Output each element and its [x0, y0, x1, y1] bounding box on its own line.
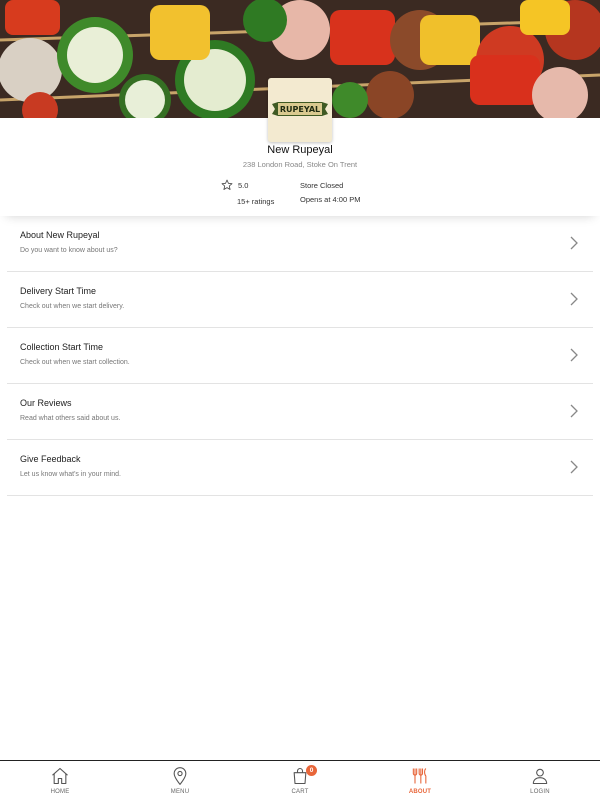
logo-text: RUPEYAL	[280, 105, 320, 114]
about-options-list: About New Rupeyal Do you want to know ab…	[7, 216, 593, 496]
nav-login-label: LOGIN	[530, 789, 550, 795]
list-item-reviews[interactable]: Our Reviews Read what others said about …	[7, 384, 593, 440]
chevron-right-icon	[570, 236, 578, 250]
nav-home-label: HOME	[50, 789, 70, 795]
chevron-right-icon	[570, 348, 578, 362]
nav-login[interactable]: LOGIN	[480, 761, 600, 801]
list-item-title: About New Rupeyal	[20, 230, 100, 240]
list-item-title: Collection Start Time	[20, 342, 104, 352]
list-item-about[interactable]: About New Rupeyal Do you want to know ab…	[7, 216, 593, 272]
list-item-title: Our Reviews	[20, 398, 72, 408]
list-item-subtitle: Read what others said about us.	[20, 415, 121, 422]
map-pin-icon	[173, 767, 187, 786]
star-icon	[221, 179, 233, 190]
chevron-right-icon	[570, 292, 578, 306]
store-status: Store Closed	[300, 181, 344, 190]
nav-cart[interactable]: 0 CART	[240, 761, 360, 801]
list-item-subtitle: Check out when we start collection.	[20, 359, 130, 366]
cart-count-badge: 0	[306, 765, 317, 776]
list-item-title: Give Feedback	[20, 454, 81, 464]
nav-about[interactable]: ABOUT	[360, 761, 480, 801]
ratings-count: 15+ ratings	[237, 197, 275, 206]
list-item-title: Delivery Start Time	[20, 286, 97, 296]
user-icon	[532, 768, 548, 785]
store-address: 238 London Road, Stoke On Trent	[242, 160, 358, 169]
bottom-navigation: HOME MENU 0 CART ABOUT LOGIN	[0, 760, 600, 801]
list-item-subtitle: Let us know what's in your mind.	[20, 471, 121, 478]
chevron-right-icon	[570, 404, 578, 418]
list-item-delivery-start-time[interactable]: Delivery Start Time Check out when we st…	[7, 272, 593, 328]
nav-cart-label: CART	[291, 789, 309, 795]
opening-time: Opens at 4:00 PM	[300, 195, 361, 204]
nav-menu-label: MENU	[170, 789, 190, 795]
nav-home[interactable]: HOME	[0, 761, 120, 801]
store-name: New Rupeyal	[267, 144, 333, 156]
list-item-subtitle: Do you want to know about us?	[20, 247, 118, 254]
rating-value: 5.0	[238, 181, 249, 190]
nav-menu[interactable]: MENU	[120, 761, 240, 801]
list-item-subtitle: Check out when we start delivery.	[20, 303, 125, 310]
nav-about-label: ABOUT	[408, 789, 432, 795]
store-logo: RUPEYAL	[268, 78, 332, 142]
cutlery-icon	[412, 768, 427, 784]
chevron-right-icon	[570, 460, 578, 474]
home-icon	[52, 767, 68, 785]
rupeyal-logo-icon: RUPEYAL	[272, 102, 328, 116]
list-item-collection-start-time[interactable]: Collection Start Time Check out when we …	[7, 328, 593, 384]
list-item-feedback[interactable]: Give Feedback Let us know what's in your…	[7, 440, 593, 496]
